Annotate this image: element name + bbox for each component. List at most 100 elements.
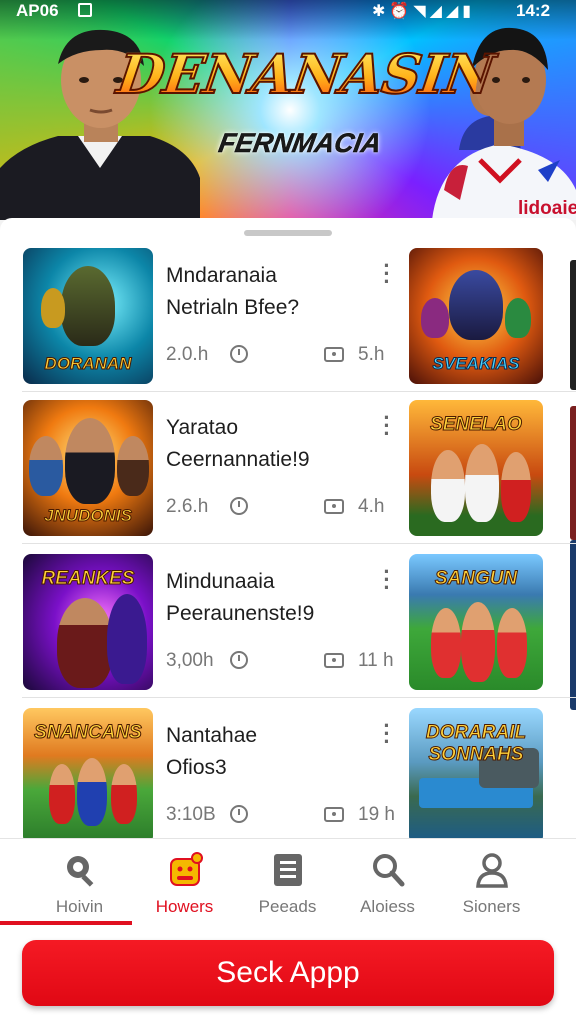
nav-item-peeads[interactable]: Peeads [230, 839, 345, 927]
player-figure [431, 450, 465, 522]
game-thumbnail-right[interactable]: SANGUN [409, 554, 543, 690]
item-time: 19 h [358, 804, 395, 825]
thumbnail-title: SNANCANS [34, 722, 143, 744]
nav-label: Aloiess [360, 897, 415, 916]
player-figure [461, 602, 495, 682]
person-icon [476, 853, 508, 888]
search-icon [373, 854, 405, 887]
item-title: Mindunaaia [166, 570, 275, 593]
thumbnail-title: JNUDONIS [44, 506, 133, 525]
side-figure [421, 298, 449, 338]
item-subtitle: Ofios3 [166, 756, 227, 779]
game-thumbnail-left[interactable]: SNANCANS [23, 708, 153, 838]
status-left-text: AP06 [16, 1, 59, 20]
player-figure [77, 758, 107, 826]
man-figure [65, 418, 115, 504]
active-tab-indicator [0, 921, 132, 925]
seek-app-button[interactable]: Seck Appp [22, 940, 554, 1006]
item-title: Mndaranaia [166, 264, 277, 287]
camera-icon [324, 653, 344, 668]
notification-icon [78, 3, 92, 17]
clock-icon [230, 651, 248, 669]
signal-icon: ◢ [445, 3, 463, 20]
game-thumbnail-left[interactable]: JNUDONIS [23, 400, 153, 536]
hero-brand-text: lidoaie [518, 198, 576, 219]
hero-subtitle: FERNMACIA [216, 128, 384, 158]
item-subtitle: Peeraunenste!9 [166, 602, 315, 625]
nav-item-sioners[interactable]: Sioners [434, 839, 549, 927]
clock-icon [230, 497, 248, 515]
item-time: 5.h [358, 344, 385, 365]
list-item[interactable]: SNANCANS Nantahae Ofios3 3:10B 19 h · · · … [0, 678, 576, 838]
game-thumbnail-left[interactable]: DORANAN [23, 248, 153, 384]
bottom-navigation: Hoivin Howers Peeads Aloiess Sioners [0, 838, 576, 926]
nav-label: Peeads [258, 897, 317, 916]
nav-label: Sioners [462, 897, 521, 916]
clock-icon [230, 345, 248, 363]
camera-icon [324, 499, 344, 514]
nav-item-hoivin[interactable]: Hoivin [22, 839, 137, 927]
item-duration: 2.6.h [166, 496, 209, 517]
item-title: Yaratao [166, 416, 238, 439]
player-figure [431, 608, 461, 678]
more-options-icon[interactable]: · · · [380, 407, 394, 445]
player-figure [497, 608, 527, 678]
status-icons: ✱⏰◥◢◢▮ [372, 1, 475, 21]
item-time: 11 h [358, 650, 394, 671]
document-icon [274, 854, 302, 886]
alarm-icon: ⏰ [389, 3, 414, 20]
item-duration: 3:10B [166, 804, 216, 825]
list-item[interactable]: JNUDONIS Yaratao Ceernannatie!9 2.6.h 4.… [0, 370, 576, 544]
player-figure [111, 764, 137, 824]
game-thumbnail-left[interactable]: REANKES [23, 554, 153, 690]
player-figure [465, 444, 499, 522]
more-options-icon[interactable]: · · · [380, 561, 394, 599]
game-thumbnail-right[interactable]: DORARAIL SONNAHS [409, 708, 543, 838]
thumbnail-title: SANGUN [434, 568, 518, 590]
camera-icon [324, 347, 344, 362]
gear-search-icon [67, 856, 94, 887]
shadow-figure [107, 594, 147, 684]
warrior-arm [41, 288, 65, 328]
nav-label: Hoivin [55, 897, 104, 916]
fighter-figure [57, 598, 113, 688]
nav-item-aloiess[interactable]: Aloiess [330, 839, 445, 927]
status-bar: AP06 ✱⏰◥◢◢▮ 14:2 [0, 0, 576, 22]
hero-figure [449, 270, 503, 340]
hero-banner[interactable]: DENANASIN FERNMACIA lidoaie [0, 0, 576, 220]
nav-item-howers[interactable]: Howers [127, 839, 242, 927]
item-time: 4.h [358, 496, 385, 517]
camera-icon [324, 807, 344, 822]
clock-icon [230, 805, 248, 823]
warrior-figure [61, 266, 115, 346]
list-item[interactable]: REANKES Mindunaaia Peeraunenste!9 3,00h … [0, 524, 576, 698]
item-duration: 3,00h [166, 650, 214, 671]
more-options-icon[interactable]: · · · [380, 715, 394, 753]
content-sheet: DORANAN Mndaranaia Netrialn Bfee? 2.0.h … [0, 218, 576, 838]
status-time: 14:2 [516, 1, 551, 20]
player-figure [501, 452, 531, 522]
bluetooth-icon: ✱ [372, 3, 390, 20]
game-thumbnail-right[interactable]: SENELAO [409, 400, 543, 536]
side-figure [117, 436, 149, 496]
game-character-icon [170, 852, 203, 886]
item-title: Nantahae [166, 724, 258, 747]
hero-title: DENANASIN [113, 41, 499, 107]
thumbnail-title: DORARAIL SONNAHS [425, 722, 527, 766]
thumbnail-title: SENELAO [430, 414, 523, 436]
game-thumbnail-right[interactable]: SVEAKIAS [409, 248, 543, 384]
list-item[interactable]: DORANAN Mndaranaia Netrialn Bfee? 2.0.h … [0, 218, 576, 392]
nav-label: Howers [155, 897, 214, 916]
wifi-icon: ◥ [413, 3, 430, 20]
player-figure [49, 764, 75, 824]
battery-icon: ▮ [462, 3, 476, 20]
cta-area: Seck Appp [0, 926, 576, 1024]
side-figure [29, 436, 63, 496]
item-duration: 2.0.h [166, 344, 209, 365]
signal-icon: ◢ [429, 3, 446, 20]
side-figure [505, 298, 531, 338]
item-subtitle: Ceernannatie!9 [166, 448, 310, 471]
more-options-icon[interactable]: · · · [380, 255, 394, 293]
thumbnail-title: REANKES [41, 568, 135, 590]
item-subtitle: Netrialn Bfee? [166, 296, 300, 319]
